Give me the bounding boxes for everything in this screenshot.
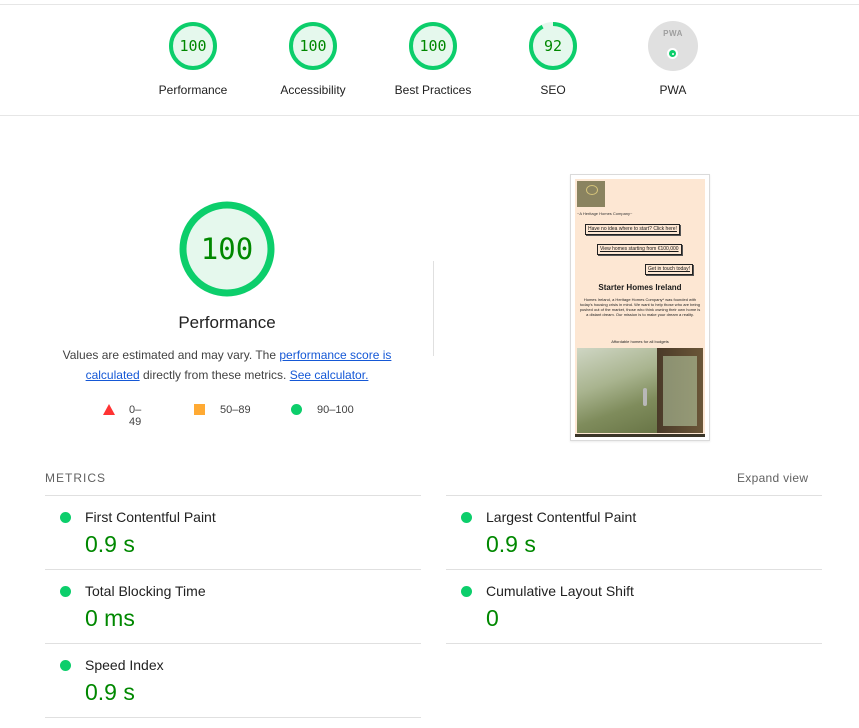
square-icon	[194, 404, 205, 415]
screenshot-button: Get in touch today!	[645, 264, 693, 275]
screenshot-heading: Starter Homes Ireland	[598, 283, 682, 292]
divider	[45, 717, 421, 718]
pwa-badge-text: PWA	[663, 29, 683, 38]
metric-label: First Contentful Paint	[85, 509, 216, 525]
pass-circle-icon	[60, 586, 71, 597]
performance-gauge: 100	[177, 201, 277, 301]
screenshot-paragraph: Homes Ireland, a Heritage Homes Company*…	[579, 297, 701, 317]
pass-circle-icon	[60, 660, 71, 671]
metric-first-contentful-paint: First Contentful Paint 0.9 s	[45, 495, 421, 569]
gauge-accessibility[interactable]: 100 Accessibility	[263, 21, 363, 97]
pass-circle-icon	[461, 586, 472, 597]
legend-range: 90–100	[317, 404, 354, 416]
screenshot-page: ~A Heritage Homes Company~ Have no idea …	[575, 179, 705, 437]
gauge-label: Performance	[158, 83, 228, 97]
pwa-status-dot	[667, 48, 678, 59]
screenshot-photo	[577, 348, 703, 433]
pass-circle-icon	[461, 512, 472, 523]
metric-speed-index: Speed Index 0.9 s	[45, 643, 421, 717]
gauge-best-practices[interactable]: 100 Best Practices	[383, 21, 483, 97]
gauge-label: PWA	[659, 83, 687, 97]
gauge-label: SEO	[540, 83, 566, 97]
screenshot-button: View homes starting from €100,000	[597, 244, 682, 255]
category-scores-bar: 100 Performance 100 Accessibility 100 Be…	[0, 4, 859, 116]
metric-value: 0	[486, 605, 499, 631]
pwa-badge-icon: PWA	[648, 21, 698, 71]
expand-view-button[interactable]: Expand view	[737, 471, 808, 485]
performance-description: Values are estimated and may vary. The p…	[55, 345, 399, 385]
screenshot-button: Have no idea where to start? Click here!	[585, 224, 680, 235]
divider	[433, 261, 434, 356]
metric-value: 0.9 s	[85, 679, 135, 705]
circle-icon	[291, 404, 302, 415]
desc-text: directly from these metrics.	[139, 368, 290, 382]
gauge-score: 100	[299, 37, 327, 55]
metric-label: Speed Index	[85, 657, 164, 673]
metric-label: Largest Contentful Paint	[486, 509, 637, 525]
key-icon	[643, 388, 647, 406]
metric-label: Cumulative Layout Shift	[486, 583, 634, 599]
gauge-label: Accessibility	[280, 83, 346, 97]
screenshot-footer-bar	[575, 434, 705, 437]
performance-title: Performance	[178, 313, 276, 332]
final-screenshot[interactable]: ~A Heritage Homes Company~ Have no idea …	[570, 174, 710, 441]
pass-circle-icon	[60, 512, 71, 523]
performance-score: 100	[200, 232, 254, 266]
metric-value: 0.9 s	[486, 531, 536, 557]
gauge-performance[interactable]: 100 Performance	[143, 21, 243, 97]
gauge-score: 100	[419, 37, 447, 55]
metric-label: Total Blocking Time	[85, 583, 206, 599]
screenshot-tagline: ~A Heritage Homes Company~	[577, 211, 633, 216]
gauge-seo[interactable]: 92 SEO	[503, 21, 603, 97]
site-logo-icon	[577, 181, 605, 207]
divider	[446, 643, 822, 644]
screenshot-affordable: Affordable homes for all budgets	[611, 339, 669, 344]
metric-value: 0 ms	[85, 605, 135, 631]
see-calculator-link[interactable]: See calculator.	[290, 368, 369, 382]
gauge-pwa[interactable]: PWA PWA	[623, 21, 723, 97]
legend-range: 0–49	[129, 404, 142, 428]
metrics-heading: METRICS	[45, 471, 106, 485]
metric-largest-contentful-paint: Largest Contentful Paint 0.9 s	[446, 495, 822, 569]
door-glass	[663, 356, 697, 426]
desc-text: Values are estimated and may vary. The	[62, 348, 280, 362]
gauge-score: 100	[179, 37, 207, 55]
triangle-icon	[103, 404, 115, 415]
metric-value: 0.9 s	[85, 531, 135, 557]
metric-total-blocking-time: Total Blocking Time 0 ms	[45, 569, 421, 643]
metric-cumulative-layout-shift: Cumulative Layout Shift 0	[446, 569, 822, 643]
legend-range: 50–89	[220, 404, 251, 416]
gauge-label: Best Practices	[394, 83, 472, 97]
gauge-score: 92	[543, 37, 563, 55]
